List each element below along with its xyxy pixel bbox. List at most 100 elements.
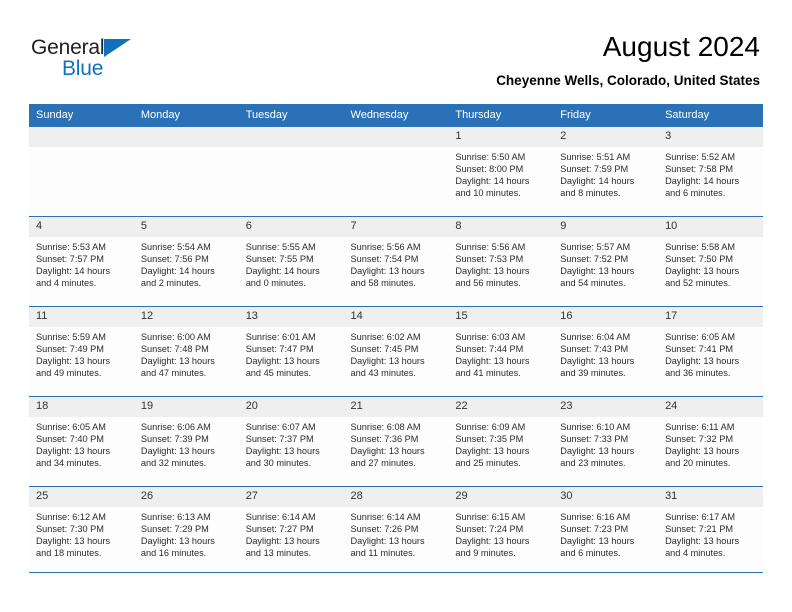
calendar-day-cell[interactable]: 19 Sunrise: 6:06 AM Sunset: 7:39 PM Dayligh… (133, 396, 239, 487)
day-info-line: and 58 minutes. (350, 278, 416, 289)
weekday-header-monday: Monday (133, 104, 239, 127)
calendar-week-row: 1 Sunrise: 5:50 AM Sunset: 8:00 PM Daylight… (29, 126, 763, 217)
calendar-day-cell[interactable]: 25 Sunrise: 6:12 AM Sunset: 7:30 PM Dayligh… (29, 486, 134, 577)
day-number: 25 (29, 487, 134, 507)
calendar-day-cell[interactable]: 13 Sunrise: 6:01 AM Sunset: 7:47 PM Dayligh… (238, 306, 344, 397)
day-info-line: and 16 minutes. (140, 548, 207, 559)
calendar-week-row: 11 Sunrise: 5:59 AM Sunset: 7:49 PM Dayligh… (29, 306, 763, 397)
calendar-day-cell[interactable]: 5 Sunrise: 5:54 AM Sunset: 7:56 PM Daylight… (133, 216, 239, 307)
day-info-line: Sunrise: 5:50 AM (455, 152, 526, 162)
day-info-line: Daylight: 13 hours (455, 536, 530, 547)
calendar-day-cell[interactable]: 12 Sunrise: 6:00 AM Sunset: 7:48 PM Dayligh… (133, 306, 239, 397)
day-number (29, 127, 134, 147)
day-info-line: Sunset: 7:47 PM (245, 344, 314, 355)
calendar-day-cell[interactable]: 30 Sunrise: 6:16 AM Sunset: 7:23 PM Dayligh… (553, 486, 659, 577)
day-number: 12 (133, 307, 239, 327)
day-info-line: Daylight: 13 hours (560, 356, 635, 367)
day-sun-info: Sunrise: 6:01 AM Sunset: 7:47 PM Daylight:… (239, 327, 344, 379)
day-info-line: Sunrise: 6:04 AM (560, 332, 631, 342)
calendar-day-cell[interactable]: 16 Sunrise: 6:04 AM Sunset: 7:43 PM Dayligh… (553, 306, 659, 397)
day-info-line: Daylight: 13 hours (455, 356, 530, 367)
day-info-line: and 30 minutes. (245, 458, 312, 469)
day-info-line: Daylight: 14 hours (560, 176, 635, 187)
day-info-line: Sunset: 7:56 PM (140, 254, 209, 265)
day-number: 20 (238, 397, 344, 417)
day-info-line: Daylight: 13 hours (665, 446, 740, 457)
calendar-day-cell[interactable]: 21 Sunrise: 6:08 AM Sunset: 7:36 PM Dayligh… (343, 396, 449, 487)
calendar-day-cell[interactable]: 2 Sunrise: 5:51 AM Sunset: 7:59 PM Daylight… (553, 126, 659, 217)
day-sun-info: Sunrise: 6:09 AM Sunset: 7:35 PM Daylight:… (448, 417, 553, 469)
day-sun-info: Sunrise: 6:14 AM Sunset: 7:26 PM Daylight:… (344, 507, 449, 559)
day-info-line: and 47 minutes. (140, 368, 207, 379)
day-info-line: Sunset: 7:33 PM (560, 434, 629, 445)
day-number: 5 (133, 217, 239, 237)
day-info-line: Daylight: 13 hours (560, 446, 635, 457)
day-info-line: and 10 minutes. (455, 188, 521, 199)
calendar-day-cell[interactable]: 23 Sunrise: 6:10 AM Sunset: 7:33 PM Dayligh… (553, 396, 659, 487)
day-number: 3 (658, 127, 763, 147)
day-sun-info: Sunrise: 6:05 AM Sunset: 7:41 PM Daylight:… (658, 327, 763, 379)
day-number: 30 (553, 487, 659, 507)
day-sun-info: Sunrise: 5:52 AM Sunset: 7:58 PM Daylight:… (658, 147, 763, 199)
calendar-day-cell[interactable]: 11 Sunrise: 5:59 AM Sunset: 7:49 PM Dayligh… (29, 306, 134, 397)
day-info-line: Daylight: 13 hours (245, 536, 320, 547)
day-info-line: Daylight: 13 hours (350, 536, 425, 547)
calendar-day-cell[interactable]: 14 Sunrise: 6:02 AM Sunset: 7:45 PM Dayligh… (343, 306, 449, 397)
calendar-day-cell[interactable]: 15 Sunrise: 6:03 AM Sunset: 7:44 PM Dayligh… (448, 306, 554, 397)
calendar-day-cell[interactable]: 22 Sunrise: 6:09 AM Sunset: 7:35 PM Dayligh… (448, 396, 554, 487)
calendar-day-cell[interactable]: 18 Sunrise: 6:05 AM Sunset: 7:40 PM Dayligh… (29, 396, 134, 487)
day-info-line: Daylight: 13 hours (36, 446, 111, 457)
day-info-line: Sunset: 7:39 PM (140, 434, 209, 445)
day-info-line: Sunset: 7:30 PM (36, 524, 104, 535)
day-info-line: Daylight: 13 hours (665, 266, 740, 277)
day-number: 6 (238, 217, 344, 237)
calendar-day-cell[interactable]: 31 Sunrise: 6:17 AM Sunset: 7:21 PM Dayligh… (658, 486, 763, 577)
day-info-line: Sunrise: 5:55 AM (245, 242, 316, 252)
calendar-day-cell[interactable]: 20 Sunrise: 6:07 AM Sunset: 7:37 PM Dayligh… (238, 396, 344, 487)
day-info-line: and 25 minutes. (455, 458, 521, 469)
calendar-day-cell[interactable]: 29 Sunrise: 6:15 AM Sunset: 7:24 PM Dayligh… (448, 486, 554, 577)
calendar-day-cell[interactable]: 27 Sunrise: 6:14 AM Sunset: 7:27 PM Dayligh… (238, 486, 344, 577)
calendar-day-cell[interactable]: 9 Sunrise: 5:57 AM Sunset: 7:52 PM Daylight… (553, 216, 659, 307)
day-sun-info: Sunrise: 6:14 AM Sunset: 7:27 PM Daylight:… (239, 507, 344, 559)
weekday-header-tuesday: Tuesday (238, 104, 344, 127)
day-info-line: Sunrise: 5:56 AM (455, 242, 526, 252)
day-info-line: Sunrise: 6:13 AM (140, 512, 211, 522)
calendar-day-cell[interactable]: 1 Sunrise: 5:50 AM Sunset: 8:00 PM Daylight… (448, 126, 554, 217)
day-info-line: Sunset: 8:00 PM (455, 164, 524, 175)
calendar-day-cell[interactable]: 10 Sunrise: 5:58 AM Sunset: 7:50 PM Dayligh… (658, 216, 763, 307)
day-info-line: Daylight: 14 hours (140, 266, 215, 277)
day-info-line: Daylight: 13 hours (245, 356, 320, 367)
calendar-day-cell[interactable]: 6 Sunrise: 5:55 AM Sunset: 7:55 PM Daylight… (238, 216, 344, 307)
day-info-line: Sunrise: 6:06 AM (140, 422, 211, 432)
day-info-line: Sunrise: 6:16 AM (560, 512, 631, 522)
calendar-day-cell[interactable]: 28 Sunrise: 6:14 AM Sunset: 7:26 PM Dayligh… (343, 486, 449, 577)
page-header: General Blue August 2024 Cheyenne Wells,… (0, 0, 792, 100)
day-info-line: and 0 minutes. (245, 278, 306, 289)
day-sun-info: Sunrise: 6:03 AM Sunset: 7:44 PM Daylight:… (448, 327, 553, 379)
day-sun-info: Sunrise: 6:13 AM Sunset: 7:29 PM Daylight:… (134, 507, 239, 559)
day-number: 2 (553, 127, 659, 147)
weekday-header-sunday: Sunday (29, 104, 134, 127)
day-sun-info: Sunrise: 6:00 AM Sunset: 7:48 PM Daylight:… (134, 327, 239, 379)
calendar-day-cell[interactable]: 3 Sunrise: 5:52 AM Sunset: 7:58 PM Daylight… (658, 126, 763, 217)
day-info-line: Sunset: 7:43 PM (560, 344, 629, 355)
day-info-line: Daylight: 13 hours (560, 266, 635, 277)
generalblue-logo[interactable]: General Blue (31, 36, 161, 84)
calendar-header-row: Sunday Monday Tuesday Wednesday Thursday Frid… (29, 104, 763, 127)
day-info-line: Daylight: 13 hours (350, 266, 425, 277)
calendar-day-cell[interactable]: 26 Sunrise: 6:13 AM Sunset: 7:29 PM Dayligh… (133, 486, 239, 577)
day-sun-info: Sunrise: 6:15 AM Sunset: 7:24 PM Daylight:… (448, 507, 553, 559)
calendar-day-cell[interactable]: 17 Sunrise: 6:05 AM Sunset: 7:41 PM Dayligh… (658, 306, 763, 397)
calendar-day-cell[interactable]: 8 Sunrise: 5:56 AM Sunset: 7:53 PM Daylight… (448, 216, 554, 307)
weekday-header-row: Sunday Monday Tuesday Wednesday Thursday Frid… (29, 104, 763, 127)
day-info-line: Daylight: 13 hours (140, 536, 215, 547)
calendar-day-cell[interactable]: 7 Sunrise: 5:56 AM Sunset: 7:54 PM Daylight… (343, 216, 449, 307)
day-number: 14 (343, 307, 449, 327)
calendar-day-cell[interactable]: 4 Sunrise: 5:53 AM Sunset: 7:57 PM Daylight… (29, 216, 134, 307)
day-info-line: Daylight: 13 hours (350, 356, 425, 367)
day-sun-info: Sunrise: 5:57 AM Sunset: 7:52 PM Daylight:… (553, 237, 658, 289)
calendar-day-cell[interactable]: 24 Sunrise: 6:11 AM Sunset: 7:32 PM Dayligh… (658, 396, 763, 487)
day-info-line: Sunrise: 6:01 AM (245, 332, 316, 342)
day-number: 28 (343, 487, 449, 507)
